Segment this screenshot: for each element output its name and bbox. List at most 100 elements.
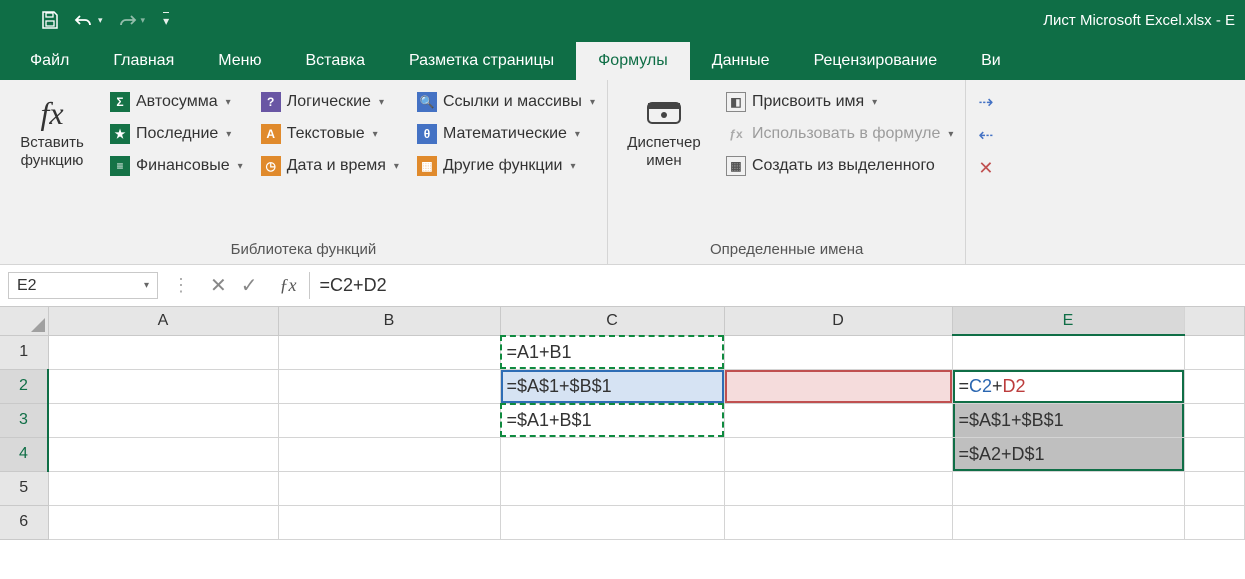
window-title: Лист Microsoft Excel.xlsx - E — [1043, 12, 1235, 29]
tab-file[interactable]: Файл — [8, 42, 91, 80]
recently-used-button[interactable]: ★Последние▾ — [108, 122, 245, 146]
fx-small-icon: ƒx — [726, 124, 746, 144]
qat-customize-icon[interactable]: ▾ — [163, 12, 169, 28]
cell-B3[interactable] — [278, 403, 500, 437]
fx-icon: fx — [40, 92, 63, 134]
cell-D6[interactable] — [724, 505, 952, 539]
date-time-button[interactable]: ◷Дата и время▾ — [259, 154, 401, 178]
quick-access-toolbar: ▾ ▾ ▾ — [40, 10, 169, 30]
fx-icon[interactable]: ƒx — [268, 272, 310, 299]
name-manager-button[interactable]: Диспетчер имен — [618, 88, 710, 239]
column-header-A[interactable]: A — [48, 307, 278, 335]
tab-insert[interactable]: Вставка — [284, 42, 387, 80]
group-function-library: fx Вставить функцию ΣАвтосумма▾ ★Последн… — [0, 80, 608, 264]
cell-A5[interactable] — [48, 471, 278, 505]
row-header-1[interactable]: 1 — [0, 335, 48, 369]
enter-formula-button[interactable]: ✓ — [241, 273, 258, 298]
trace-precedents-button[interactable]: ⇢ — [976, 90, 995, 115]
formula-input[interactable]: =C2+D2 — [310, 265, 1245, 306]
cell-F2[interactable] — [1184, 369, 1244, 403]
cell-D1[interactable] — [724, 335, 952, 369]
more-functions-button[interactable]: ▦Другие функции▾ — [415, 154, 597, 178]
financial-button[interactable]: ≡Финансовые▾ — [108, 154, 245, 178]
name-box-value: E2 — [17, 277, 37, 295]
row-header-4[interactable]: 4 — [0, 437, 48, 471]
cell-D4[interactable] — [724, 437, 952, 471]
financial-icon: ≡ — [110, 156, 130, 176]
cell-E4[interactable]: =$A2+D$1 — [952, 437, 1184, 471]
cell-E1[interactable] — [952, 335, 1184, 369]
trace-dependents-button[interactable]: ⇠ — [976, 123, 995, 148]
cell-C1[interactable]: =A1+B1 — [500, 335, 724, 369]
cell-C5[interactable] — [500, 471, 724, 505]
row-header-6[interactable]: 6 — [0, 505, 48, 539]
name-box[interactable]: E2 ▾ — [8, 272, 158, 299]
autosum-button[interactable]: ΣАвтосумма▾ — [108, 90, 245, 114]
more-icon: ▦ — [417, 156, 437, 176]
cell-B5[interactable] — [278, 471, 500, 505]
cell-A3[interactable] — [48, 403, 278, 437]
cell-D3[interactable] — [724, 403, 952, 437]
insert-function-button[interactable]: fx Вставить функцию — [10, 88, 94, 239]
column-header-F[interactable] — [1184, 307, 1244, 335]
cell-F1[interactable] — [1184, 335, 1244, 369]
cell-F6[interactable] — [1184, 505, 1244, 539]
cell-F5[interactable] — [1184, 471, 1244, 505]
cell-C4[interactable] — [500, 437, 724, 471]
undo-button[interactable]: ▾ — [74, 10, 103, 30]
tab-data[interactable]: Данные — [690, 42, 792, 80]
ribbon: fx Вставить функцию ΣАвтосумма▾ ★Последн… — [0, 80, 1245, 265]
redo-icon — [117, 10, 137, 30]
cell-A6[interactable] — [48, 505, 278, 539]
cell-D5[interactable] — [724, 471, 952, 505]
cell-B1[interactable] — [278, 335, 500, 369]
lookup-reference-button[interactable]: 🔍Ссылки и массивы▾ — [415, 90, 597, 114]
cell-E5[interactable] — [952, 471, 1184, 505]
lookup-label: Ссылки и массивы — [443, 93, 582, 111]
cell-B4[interactable] — [278, 437, 500, 471]
cell-C3[interactable]: =$A1+B$1 — [500, 403, 724, 437]
cell-F4[interactable] — [1184, 437, 1244, 471]
tab-page-layout[interactable]: Разметка страницы — [387, 42, 576, 80]
tab-formulas[interactable]: Формулы — [576, 42, 690, 80]
redo-button[interactable]: ▾ — [117, 10, 146, 30]
use-in-formula-button[interactable]: ƒxИспользовать в формуле▾ — [724, 122, 955, 146]
remove-arrows-button[interactable]: ✕ — [976, 156, 995, 181]
row-header-5[interactable]: 5 — [0, 471, 48, 505]
tab-view[interactable]: Ви — [959, 42, 1023, 80]
cell-A4[interactable] — [48, 437, 278, 471]
cell-C2[interactable]: =$A$1+$B$1 — [500, 369, 724, 403]
financial-label: Финансовые — [136, 157, 230, 175]
text-button[interactable]: AТекстовые▾ — [259, 122, 401, 146]
row-header-2[interactable]: 2 — [0, 369, 48, 403]
create-from-selection-button[interactable]: ▦Создать из выделенного — [724, 154, 955, 178]
column-header-D[interactable]: D — [724, 307, 952, 335]
recent-label: Последние — [136, 125, 218, 143]
column-header-B[interactable]: B — [278, 307, 500, 335]
cell-E2[interactable]: =C2+D2 — [952, 369, 1184, 403]
save-button[interactable] — [40, 10, 60, 30]
cell-E2-eq: = — [959, 376, 970, 396]
tab-home[interactable]: Главная — [91, 42, 196, 80]
cell-B2[interactable] — [278, 369, 500, 403]
cell-B6[interactable] — [278, 505, 500, 539]
group-defined-names: Диспетчер имен ◧Присвоить имя▾ ƒxИспольз… — [608, 80, 966, 264]
logical-button[interactable]: ?Логические▾ — [259, 90, 401, 114]
cell-A2[interactable] — [48, 369, 278, 403]
cell-E3[interactable]: =$A$1+$B$1 — [952, 403, 1184, 437]
column-header-C[interactable]: C — [500, 307, 724, 335]
cell-A1[interactable] — [48, 335, 278, 369]
tab-review[interactable]: Рецензирование — [792, 42, 960, 80]
column-header-E[interactable]: E — [952, 307, 1184, 335]
cell-C6[interactable] — [500, 505, 724, 539]
cell-E6[interactable] — [952, 505, 1184, 539]
select-all-button[interactable] — [0, 307, 48, 335]
cancel-formula-button[interactable]: ✕ — [210, 273, 227, 298]
cell-F3[interactable] — [1184, 403, 1244, 437]
math-trig-button[interactable]: θМатематические▾ — [415, 122, 597, 146]
name-box-dropdown-icon[interactable]: ▾ — [144, 280, 149, 291]
cell-D2[interactable] — [724, 369, 952, 403]
tab-menu[interactable]: Меню — [196, 42, 283, 80]
define-name-button[interactable]: ◧Присвоить имя▾ — [724, 90, 955, 114]
row-header-3[interactable]: 3 — [0, 403, 48, 437]
